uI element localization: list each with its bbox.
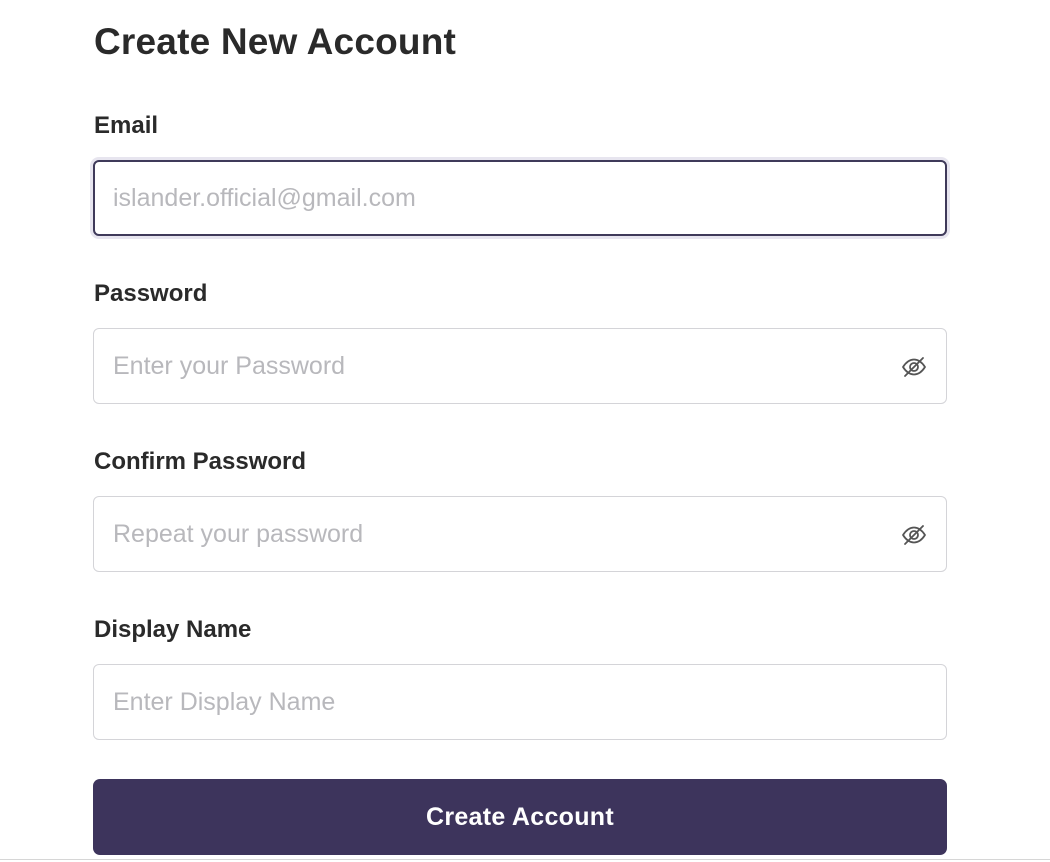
divider xyxy=(0,859,1050,860)
password-field-container xyxy=(93,328,947,404)
password-field[interactable] xyxy=(94,329,946,403)
password-label: Password xyxy=(94,280,208,307)
page-title: Create New Account xyxy=(94,21,457,62)
email-label: Email xyxy=(94,112,159,139)
create-account-page: Create New Account Email Password Confir… xyxy=(0,0,1050,862)
eye-off-icon[interactable] xyxy=(900,521,928,549)
display-name-label: Display Name xyxy=(94,616,252,643)
email-field-container xyxy=(93,160,947,236)
email-field[interactable] xyxy=(95,162,945,234)
confirm-password-field-container xyxy=(93,496,947,572)
eye-off-icon[interactable] xyxy=(900,353,928,381)
confirm-password-field[interactable] xyxy=(94,497,946,571)
confirm-password-label: Confirm Password xyxy=(94,448,307,475)
display-name-field[interactable] xyxy=(94,665,946,739)
create-account-button[interactable]: Create Account xyxy=(93,779,947,855)
display-name-field-container xyxy=(93,664,947,740)
